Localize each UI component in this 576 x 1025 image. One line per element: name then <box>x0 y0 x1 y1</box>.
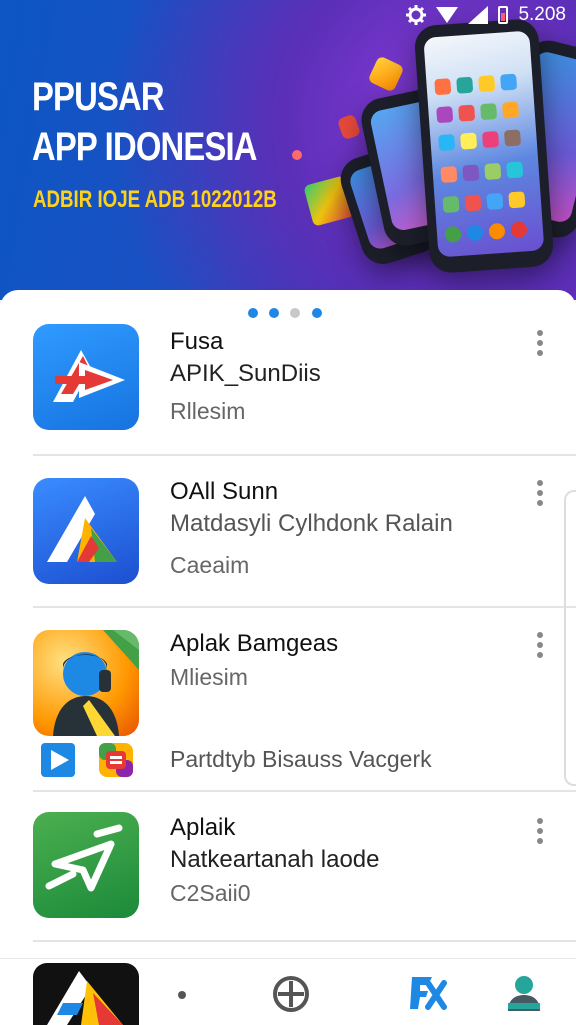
app-subtitle: Mliesim <box>170 664 248 690</box>
floating-cube-icon <box>336 113 362 141</box>
app-icon-green-arrow[interactable] <box>33 812 139 918</box>
phone-illustration-main <box>413 17 555 275</box>
app-title: OAll Sunn <box>170 478 279 505</box>
fx-icon[interactable] <box>408 973 448 1018</box>
banner-title-line2: APP IDONESIA <box>32 125 257 169</box>
hero-banner[interactable]: 5.208 PPUSAR APP IDONESIA ADBIR IOJE ADB… <box>0 0 576 300</box>
app-title: Fusa <box>170 328 224 355</box>
bottom-navigation <box>0 958 576 1025</box>
side-scroll-handle[interactable] <box>564 490 576 786</box>
dot-icon[interactable] <box>178 991 186 999</box>
app-meta: C2Saii0 <box>170 880 251 906</box>
app-meta: Rllesim <box>170 398 246 424</box>
app-subtitle: APIK_SunDiis <box>170 360 321 387</box>
status-bar: 5.208 <box>406 4 566 26</box>
app-icon-triangle[interactable] <box>33 478 139 584</box>
list-item[interactable]: Aplaik Natkeartanah laode C2Saii0 <box>0 792 576 942</box>
banner-title: PPUSAR APP IDONESIA <box>32 72 257 172</box>
app-subtitle: Matdasyli Cylhdonk Ralain <box>170 510 453 537</box>
list-item[interactable]: Aplak Bamgeas Mliesim Partdtyb Bisauss V… <box>0 608 576 790</box>
app-subtitle: Natkeartanah laode <box>170 846 380 873</box>
app-icon-red-play[interactable] <box>33 324 139 430</box>
app-title: Aplaik <box>170 814 236 841</box>
play-store-icon[interactable] <box>40 742 76 778</box>
status-time: 5.208 <box>518 4 566 25</box>
add-circle-icon[interactable] <box>272 975 310 1018</box>
more-options-icon[interactable] <box>534 330 546 358</box>
app-list-card: Fusa APIK_SunDiis Rllesim OAll Sunn Matd… <box>0 290 576 958</box>
profile-icon[interactable] <box>504 973 544 1018</box>
list-item[interactable]: Fusa APIK_SunDiis Rllesim <box>0 290 576 456</box>
settings-icon <box>406 5 427 25</box>
banner-subtitle: ADBIR IOJE ADB 1022012B <box>33 186 277 213</box>
floating-cube-icon <box>367 55 405 93</box>
gallery-app-icon[interactable] <box>98 742 134 778</box>
app-icon-launcher[interactable] <box>33 963 139 1025</box>
wifi-icon <box>436 7 459 23</box>
more-options-icon[interactable] <box>534 818 546 846</box>
app-icon-person[interactable] <box>33 630 139 736</box>
banner-title-line1: PPUSAR <box>32 75 165 119</box>
list-item[interactable]: OAll Sunn Matdasyli Cylhdonk Ralain Caea… <box>0 456 576 608</box>
app-title: Aplak Bamgeas <box>170 630 339 657</box>
battery-icon <box>498 6 509 24</box>
app-meta: Partdtyb Bisauss Vacgerk <box>170 746 432 772</box>
app-meta: Caeaim <box>170 552 250 578</box>
more-options-icon[interactable] <box>534 632 546 660</box>
divider <box>33 940 576 942</box>
floating-cube-icon <box>292 150 302 160</box>
more-options-icon[interactable] <box>534 480 546 508</box>
signal-icon <box>468 6 489 24</box>
